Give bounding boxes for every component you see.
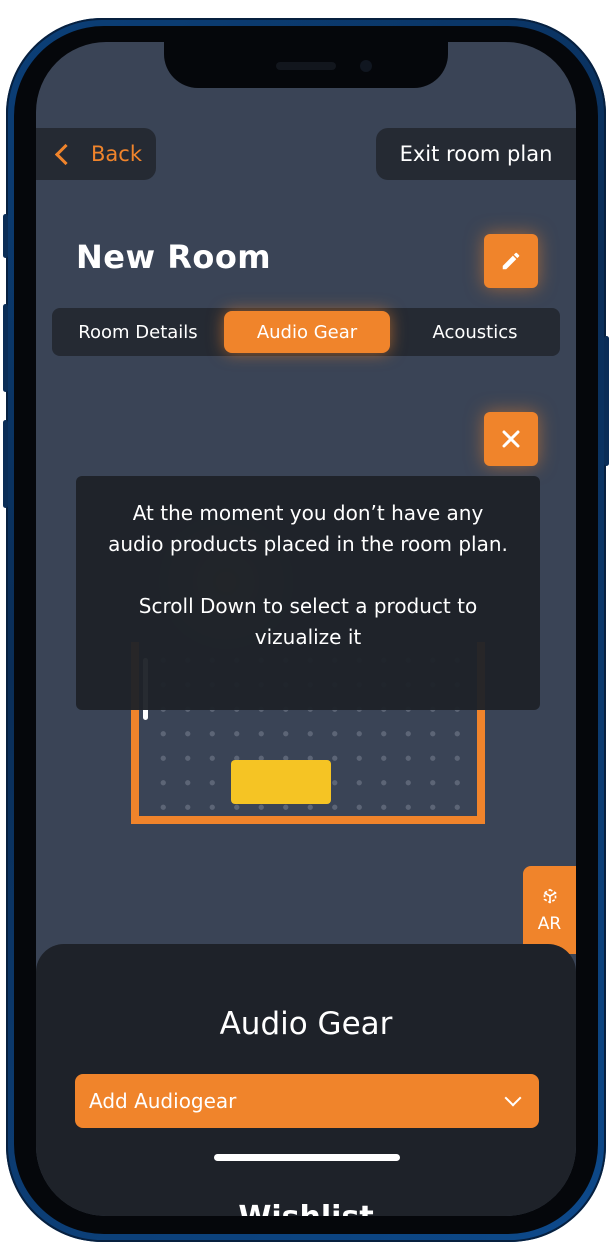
app-screen: Back Exit room plan New Room Room Detail… bbox=[36, 42, 576, 1216]
chevron-left-icon bbox=[54, 143, 77, 165]
wishlist-title: Wishlist bbox=[36, 1200, 576, 1216]
tab-audio-gear[interactable]: Audio Gear bbox=[224, 311, 390, 353]
dropdown-label: Add Audiogear bbox=[89, 1089, 237, 1113]
tab-label: Acoustics bbox=[432, 321, 518, 343]
tooltip-hint: Scroll Down to select a product to vizua… bbox=[138, 594, 478, 649]
phone-side-button bbox=[3, 420, 8, 508]
ar-label: AR bbox=[537, 914, 562, 934]
speaker-grille bbox=[276, 62, 336, 70]
placed-product[interactable] bbox=[231, 760, 331, 804]
phone-side-button bbox=[604, 336, 609, 466]
back-label: Back bbox=[91, 142, 142, 166]
tab-label: Audio Gear bbox=[256, 321, 358, 343]
room-tabs: Room Details Audio Gear Acoustics bbox=[52, 308, 560, 356]
home-indicator[interactable] bbox=[214, 1154, 400, 1161]
close-tooltip-button[interactable] bbox=[484, 412, 538, 466]
tab-room-details[interactable]: Room Details bbox=[52, 308, 224, 356]
pencil-icon bbox=[502, 252, 520, 270]
ar-cube-icon bbox=[543, 888, 556, 904]
page-title: New Room bbox=[76, 238, 272, 276]
phone-side-button bbox=[3, 304, 8, 392]
close-icon bbox=[502, 430, 520, 448]
phone-side-button bbox=[3, 214, 8, 258]
back-button[interactable]: Back bbox=[36, 128, 156, 180]
tab-label: Room Details bbox=[78, 321, 198, 343]
tab-acoustics[interactable]: Acoustics bbox=[390, 308, 560, 356]
exit-room-plan-button[interactable]: Exit room plan bbox=[376, 128, 576, 180]
edit-room-button[interactable] bbox=[484, 234, 538, 288]
exit-room-plan-label: Exit room plan bbox=[399, 142, 553, 166]
add-audiogear-dropdown[interactable]: Add Audiogear bbox=[75, 1074, 539, 1128]
empty-state-tooltip: At the moment you don’t have any audio p… bbox=[76, 476, 540, 710]
chevron-down-icon bbox=[504, 1089, 522, 1107]
section-title: Audio Gear bbox=[219, 1006, 393, 1042]
front-camera bbox=[360, 60, 372, 72]
tooltip-message: At the moment you don’t have any audio p… bbox=[108, 501, 508, 556]
bottom-sheet: Audio Gear Add Audiogear Wishlist bbox=[36, 944, 576, 1216]
ar-button[interactable]: AR bbox=[523, 866, 576, 954]
phone-notch bbox=[164, 42, 448, 88]
